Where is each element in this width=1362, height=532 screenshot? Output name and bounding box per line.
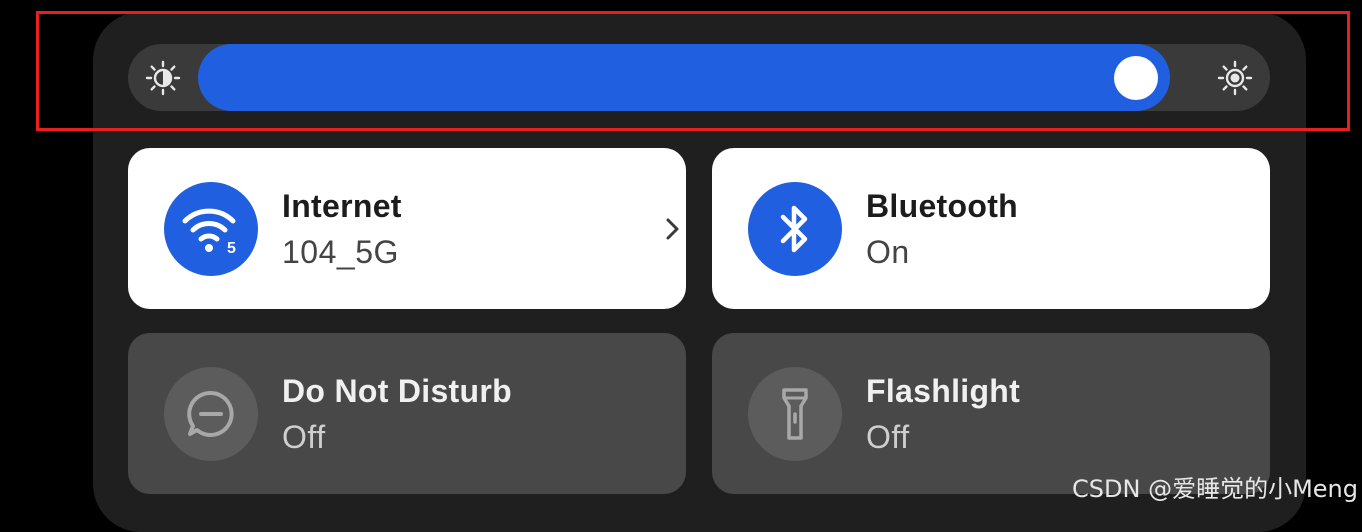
bluetooth-icon-circle bbox=[748, 182, 842, 276]
wifi-badge: 5 bbox=[227, 240, 236, 255]
chevron-right-icon[interactable] bbox=[664, 216, 682, 242]
wifi-5-icon: 5 bbox=[181, 203, 241, 255]
tile-dnd-subtitle: Off bbox=[282, 419, 326, 456]
tile-dnd-title: Do Not Disturb bbox=[282, 373, 512, 410]
dnd-icon-circle bbox=[164, 367, 258, 461]
tile-bluetooth-title: Bluetooth bbox=[866, 188, 1018, 225]
tile-flashlight-title: Flashlight bbox=[866, 373, 1020, 410]
tile-internet-title: Internet bbox=[282, 188, 402, 225]
bluetooth-icon bbox=[775, 201, 815, 257]
do-not-disturb-icon bbox=[183, 386, 239, 442]
tile-bluetooth[interactable]: Bluetooth On bbox=[712, 148, 1270, 309]
tile-do-not-disturb[interactable]: Do Not Disturb Off bbox=[128, 333, 686, 494]
tile-flashlight-subtitle: Off bbox=[866, 419, 910, 456]
watermark-text: CSDN @爱睡觉的小Meng bbox=[1072, 469, 1358, 504]
flashlight-icon bbox=[775, 384, 815, 444]
highlight-annotation-box bbox=[36, 11, 1350, 131]
tile-internet-subtitle: 104_5G bbox=[282, 234, 399, 271]
flashlight-icon-circle bbox=[748, 367, 842, 461]
tile-internet[interactable]: 5 Internet 104_5G bbox=[128, 148, 686, 309]
wifi-icon-circle: 5 bbox=[164, 182, 258, 276]
tile-bluetooth-subtitle: On bbox=[866, 234, 910, 271]
